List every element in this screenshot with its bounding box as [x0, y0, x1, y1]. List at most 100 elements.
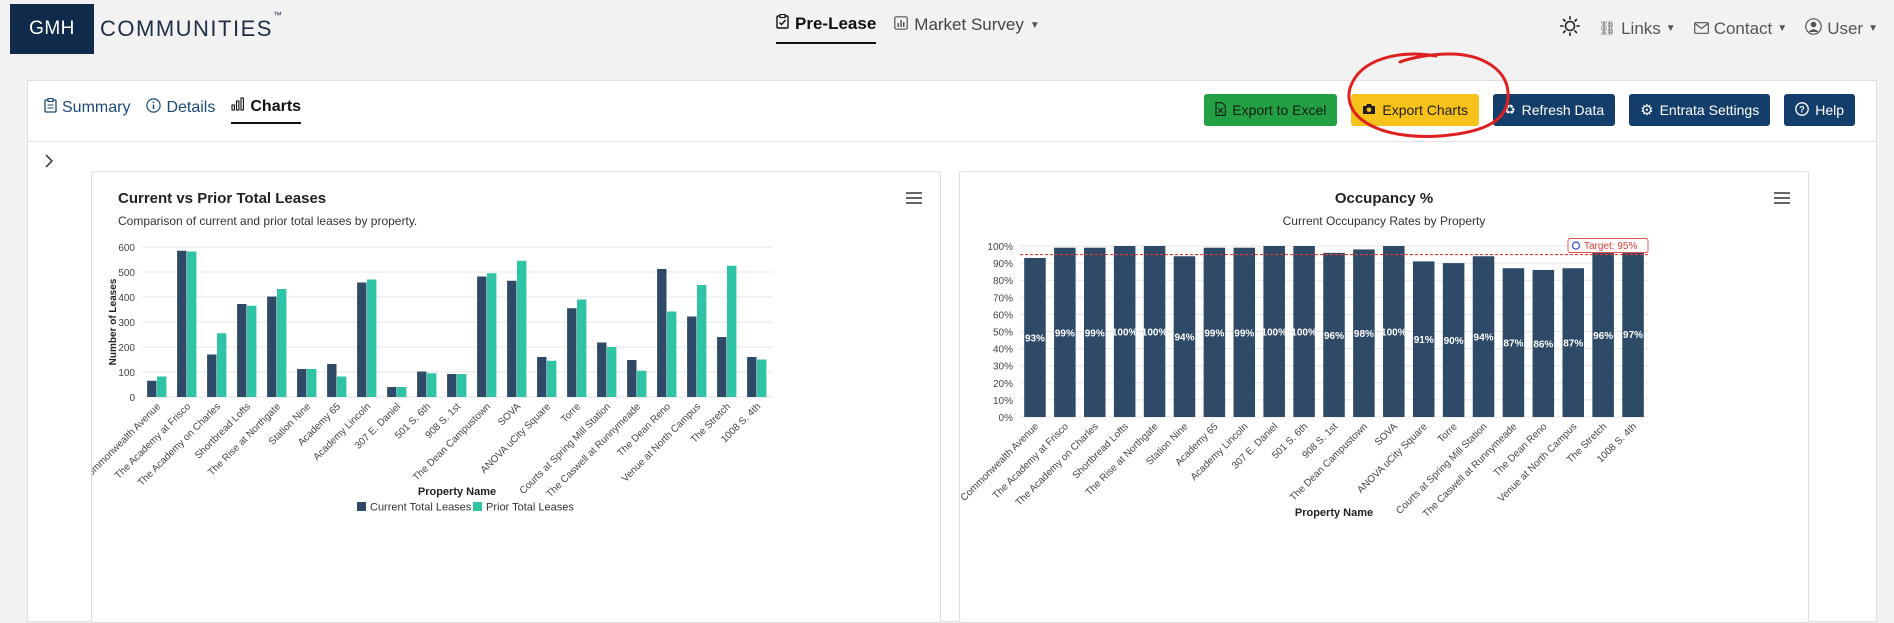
- bar-data-label: 98%: [1354, 329, 1374, 340]
- bar-data-label: 99%: [1204, 328, 1224, 339]
- x-tick-label: Torre: [559, 401, 583, 425]
- bar-data-label: 100%: [1142, 328, 1168, 339]
- bar-prior: [217, 333, 227, 397]
- bar-prior: [427, 373, 437, 397]
- bar-prior: [187, 251, 197, 397]
- brand-logo[interactable]: GMH COMMUNITIES™: [10, 4, 283, 54]
- gear-icon: ⚙: [1640, 102, 1654, 119]
- bar-data-label: 100%: [1261, 328, 1287, 339]
- bar-current: [687, 316, 697, 397]
- envelope-icon: [1693, 19, 1709, 39]
- x-tick-label: The Dean Reno: [1492, 421, 1550, 479]
- bar-prior: [367, 279, 377, 397]
- bar-current: [447, 374, 457, 397]
- nav-contact-dropdown[interactable]: Contact ▼: [1693, 19, 1787, 39]
- bar-current: [567, 308, 577, 397]
- export-excel-button[interactable]: Export to Excel: [1204, 94, 1338, 126]
- bar-prior: [637, 370, 647, 397]
- bar-prior: [487, 273, 497, 397]
- nav-market-survey-label: Market Survey: [914, 15, 1024, 34]
- nav-market-survey[interactable]: Market Survey ▼: [894, 15, 1040, 43]
- tab-charts[interactable]: Charts: [231, 97, 302, 124]
- help-button[interactable]: ? Help: [1784, 94, 1855, 126]
- nav-links-label: Links: [1621, 18, 1661, 38]
- export-charts-label: Export Charts: [1382, 102, 1468, 118]
- bar-data-label: 91%: [1414, 335, 1434, 346]
- bar-current: [717, 337, 727, 397]
- bar-data-label: 96%: [1593, 331, 1613, 342]
- bar-prior: [697, 285, 707, 397]
- nav-prelease-label: Pre-Lease: [795, 14, 877, 33]
- y-tick-label: 600: [118, 243, 135, 254]
- bar-current: [417, 371, 427, 397]
- occupancy-chart-card: Occupancy % Current Occupancy Rates by P…: [959, 171, 1809, 623]
- link-icon: ⛓: [1598, 20, 1617, 36]
- bar-prior: [157, 376, 167, 397]
- y-tick-label: 0%: [999, 413, 1014, 424]
- refresh-data-button[interactable]: ♻ Refresh Data: [1492, 94, 1616, 126]
- bar-prior: [247, 305, 257, 397]
- x-axis-label: Property Name: [1295, 507, 1373, 519]
- y-tick-label: 500: [118, 268, 135, 279]
- y-tick-label: 40%: [993, 345, 1013, 356]
- sub-navbar: Summary Details Charts Export to Excel E…: [28, 81, 1876, 142]
- bar-prior: [457, 374, 467, 397]
- y-tick-label: 200: [118, 343, 135, 354]
- x-tick-label: Torre: [1436, 421, 1460, 445]
- bar-data-label: 96%: [1324, 331, 1344, 342]
- brand-logo-mark: GMH: [10, 4, 94, 54]
- entrata-settings-button[interactable]: ⚙ Entrata Settings: [1629, 94, 1771, 126]
- nav-user-label: User: [1827, 18, 1864, 38]
- legend-swatch-prior: [473, 502, 482, 511]
- tab-summary[interactable]: Summary: [44, 97, 130, 124]
- tab-details[interactable]: Details: [146, 97, 215, 124]
- bar-current: [207, 354, 217, 397]
- bar-prior: [547, 360, 557, 397]
- y-axis-label: Number of Leases: [108, 278, 119, 365]
- nav-links-dropdown[interactable]: ⛓ Links ▼: [1598, 19, 1675, 39]
- nav-user-dropdown[interactable]: User ▼: [1805, 17, 1878, 40]
- legend-label-prior: Prior Total Leases: [486, 502, 574, 514]
- nav-prelease[interactable]: Pre-Lease: [776, 13, 877, 44]
- y-tick-label: 60%: [993, 310, 1013, 321]
- recycle-icon: ♻: [1503, 102, 1516, 117]
- bar-prior: [667, 311, 677, 397]
- leases-chart-card: Current vs Prior Total Leases Comparison…: [91, 171, 941, 623]
- y-tick-label: 80%: [993, 276, 1013, 287]
- y-tick-label: 100: [118, 368, 135, 379]
- target-label: Target: 95%: [1584, 241, 1637, 252]
- main-card: Summary Details Charts Export to Excel E…: [27, 80, 1877, 623]
- y-tick-label: 400: [118, 293, 135, 304]
- bar-data-label: 99%: [1055, 328, 1075, 339]
- y-tick-label: 300: [118, 318, 135, 329]
- theme-toggle-button[interactable]: [1560, 16, 1581, 41]
- export-charts-button[interactable]: Export Charts: [1351, 94, 1479, 126]
- x-tick-label: SOVA: [1373, 421, 1400, 448]
- bar-data-label: 86%: [1533, 339, 1553, 350]
- legend-label-current: Current Total Leases: [370, 502, 472, 514]
- tab-summary-label: Summary: [62, 98, 131, 116]
- bar-prior: [277, 289, 287, 397]
- legend-swatch-current: [357, 502, 366, 511]
- bar-data-label: 90%: [1444, 336, 1464, 347]
- bar-current: [237, 304, 247, 397]
- y-tick-label: 20%: [993, 379, 1013, 390]
- bar-data-label: 100%: [1112, 328, 1138, 339]
- bar-current: [507, 280, 517, 397]
- bar-prior: [757, 359, 767, 397]
- bar-current: [297, 369, 307, 397]
- bar-data-label: 100%: [1381, 328, 1407, 339]
- bar-current: [267, 296, 277, 397]
- clipboard-check-icon: [776, 13, 789, 34]
- bar-data-label: 99%: [1234, 328, 1254, 339]
- y-tick-label: 70%: [993, 293, 1013, 304]
- bar-chart-icon: [231, 97, 245, 116]
- tab-details-label: Details: [166, 98, 216, 116]
- sidebar-expand-chevron-icon[interactable]: [44, 153, 54, 174]
- info-circle-icon: [146, 97, 162, 118]
- bar-prior: [337, 376, 347, 397]
- bar-data-label: 94%: [1174, 333, 1194, 344]
- file-excel-icon: [1215, 101, 1227, 119]
- entrata-settings-label: Entrata Settings: [1659, 102, 1760, 118]
- help-label: Help: [1815, 102, 1844, 118]
